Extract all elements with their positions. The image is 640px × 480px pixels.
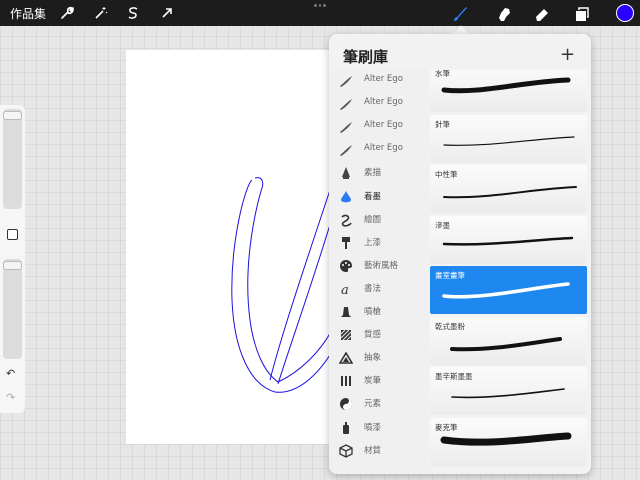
brush-item[interactable]: 乾式墨粉 [430,316,587,365]
triangle-icon [339,351,353,364]
brush-name: 畫室畫筆 [435,271,465,280]
brush-category-label: 元素 [364,399,382,410]
brush-item[interactable]: 水筆 [430,70,587,112]
brush-name: 中性筆 [435,170,458,179]
ink-drop-icon [341,190,351,202]
brush-category-item[interactable]: 抽象 [329,347,429,369]
stroke-icon [340,145,352,157]
brush-category-label: 抽象 [364,353,382,364]
brush-size-knob[interactable] [3,111,22,120]
selection-s-icon[interactable] [124,4,142,22]
yin-yang-icon [340,398,352,411]
brush-category-label: 上漆 [364,237,382,248]
brush-category-label: 素描 [364,168,382,179]
brush-stroke-preview [442,236,574,246]
charcoal-icon [341,376,351,387]
brush-name: 乾式墨粉 [435,321,465,331]
brush-category-label: Alter Ego [364,143,403,154]
brush-category-item[interactable]: Alter Ego [329,116,429,138]
transform-arrow-icon[interactable] [158,4,176,22]
brush-name: 針筆 [435,119,450,129]
brush-category-item[interactable]: 素描 [329,162,429,184]
grabber-handle[interactable] [314,4,327,8]
brush-category-label: 着墨 [364,191,382,202]
brush-list: 水筆針筆中性筆滲墨畫室畫筆乾式墨粉墨辛斯墨墨麥克筆 [430,70,587,474]
paint-roller-icon [342,236,350,249]
brush-category-item[interactable]: 材質 [329,440,429,462]
brush-icon[interactable] [450,4,470,24]
left-sidebar: ↶ ↷ [0,105,25,413]
stroke-icon [340,99,352,111]
gallery-button[interactable]: 作品集 [10,5,46,22]
brush-category-label: Alter Ego [364,97,403,108]
brush-category-label: 噴槍 [364,307,382,317]
svg-text:a: a [341,283,349,296]
brush-name: 水筆 [435,70,450,78]
swirl-icon [341,214,352,227]
brush-category-item[interactable]: Alter Ego [329,93,429,115]
brush-category-item[interactable]: 噴漆 [329,417,429,439]
airbrush-icon [341,307,351,317]
brush-item[interactable]: 滲墨 [430,215,587,264]
magic-wand-icon[interactable] [92,4,110,22]
brush-category-item[interactable]: 元素 [329,393,429,415]
brush-category-item[interactable]: Alter Ego [329,139,429,161]
brush-item[interactable]: 墨辛斯墨墨 [430,367,587,415]
brush-size-slider[interactable] [3,109,22,209]
brush-category-label: 材質 [364,445,382,456]
brush-item[interactable]: 麥克筆 [430,417,587,466]
brush-category-label: 炭筆 [364,376,382,387]
undo-button[interactable]: ↶ [6,367,15,380]
brush-item[interactable]: 中性筆 [430,165,587,213]
pencil-tip-icon [342,167,350,180]
brush-category-list: Alter Ego Alter Ego Alter Ego Alter Ego 素描着墨… [329,70,429,474]
redo-button[interactable]: ↷ [6,391,15,404]
brush-name: 墨辛斯墨墨 [435,372,473,381]
opacity-slider[interactable] [3,259,22,359]
brush-category-item[interactable]: 藝術風格 [329,255,429,277]
texture-icon [340,329,352,341]
opacity-knob[interactable] [3,261,22,270]
brush-stroke-preview [443,135,575,146]
brush-category-label: Alter Ego [364,120,403,131]
spray-can-icon [343,421,349,434]
color-picker-swatch[interactable] [616,4,634,22]
brush-category-item[interactable]: a 書法 [329,278,429,300]
panel-title: 筆刷庫 [343,48,389,66]
brush-stroke-preview [441,77,571,94]
brush-category-item[interactable]: 噴槍 [329,301,429,323]
brush-name: 麥克筆 [435,422,458,432]
brush-category-label: Alter Ego [364,74,403,84]
stroke-icon [340,76,352,87]
brush-library-panel: 筆刷庫 + Alter Ego Alter Ego Alter Ego Alter E… [329,34,591,474]
brush-category-item[interactable]: 質感 [329,324,429,346]
top-toolbar: 作品集 [0,0,640,26]
brush-category-item[interactable]: 繪圖 [329,209,429,231]
palette-icon [340,259,352,272]
brush-item[interactable]: 針筆 [430,114,587,163]
add-brush-set-button[interactable]: + [560,44,575,65]
brush-category-item[interactable]: 着墨 [329,186,429,208]
calligraphy-icon: a [341,283,349,296]
eraser-icon[interactable] [532,4,552,24]
layers-icon[interactable] [572,4,592,24]
brush-name: 滲墨 [435,220,450,230]
stroke-icon [340,122,352,134]
brush-category-label: 書法 [364,283,382,294]
brush-category-label: 噴漆 [364,422,382,433]
modify-button[interactable] [7,229,18,240]
brush-item[interactable]: 畫室畫筆 [430,266,587,314]
brush-category-label: 繪圖 [364,214,382,225]
brush-category-label: 藝術風格 [364,260,399,271]
smudge-icon[interactable] [494,4,514,24]
brush-category-label: 質感 [364,330,382,341]
brush-category-item[interactable]: 炭筆 [329,370,429,392]
brush-category-item[interactable]: Alter Ego [329,70,429,92]
brush-category-item[interactable]: 上漆 [329,232,429,254]
cube-icon [339,443,353,458]
wrench-icon[interactable] [58,4,76,22]
